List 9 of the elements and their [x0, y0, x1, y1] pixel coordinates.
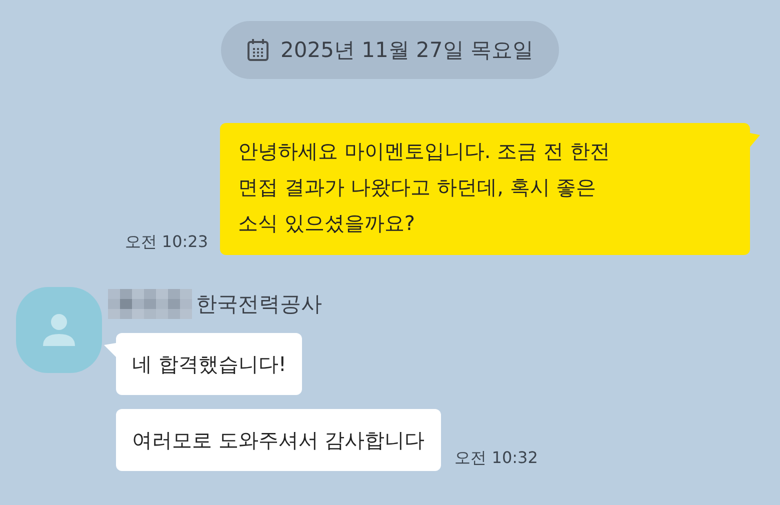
sender-name: 한국전력공사 — [196, 291, 322, 318]
bubble-tail — [750, 133, 760, 147]
bubble-tail — [104, 343, 116, 357]
avatar-icon[interactable] — [16, 287, 102, 373]
message-time: 오전 10:23 — [124, 232, 208, 253]
message-time: 오전 10:32 — [454, 448, 538, 469]
date-text: 2025년 11월 27일 목요일 — [280, 37, 534, 64]
calendar-icon — [246, 38, 269, 62]
received-message-bubble: 여러모로 도와주셔서 감사합니다 — [116, 409, 441, 471]
